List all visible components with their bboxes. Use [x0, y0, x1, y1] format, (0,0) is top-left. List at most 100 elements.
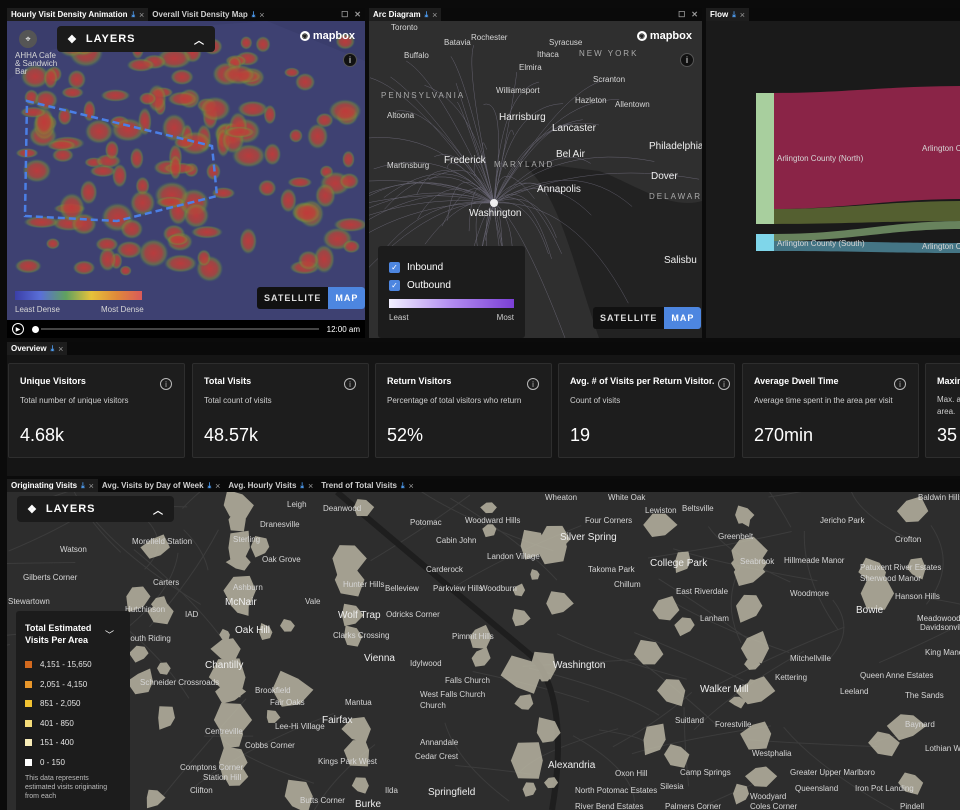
satellite-button[interactable]: SATELLITE	[257, 287, 328, 309]
download-icon[interactable]: ⤓	[208, 481, 212, 491]
tab-flow[interactable]: Flow ⤓ ×	[706, 8, 750, 21]
play-icon[interactable]: ▶	[12, 323, 24, 335]
tab-trend-total-visits[interactable]: Trend of Total Visits ⤓ ×	[317, 479, 418, 492]
place-label: Wolf Trap	[338, 610, 381, 621]
map-button[interactable]: MAP	[328, 287, 365, 309]
basemap-toggle: SATELLITE MAP	[257, 287, 365, 309]
place-label: Leigh	[287, 500, 307, 509]
outbound-label: Outbound	[407, 279, 451, 291]
place-label: King Manor	[925, 648, 960, 657]
close-icon[interactable]: ×	[58, 344, 63, 354]
tab-arc-diagram[interactable]: Arc Diagram ⤓ ×	[369, 8, 442, 21]
legend-title: Total Estimated Visits Per Area	[25, 623, 92, 645]
legend-label: 2,051 - 4,150	[40, 679, 88, 689]
legend-item: 851 - 2,050	[25, 694, 121, 714]
place-label: Potomac	[410, 518, 442, 527]
info-icon[interactable]: i	[718, 378, 730, 390]
maximize-icon[interactable]: ☐	[341, 10, 348, 19]
arc-legend: ✓ Inbound ✓ Outbound Least Most	[378, 246, 525, 338]
close-icon[interactable]: ×	[740, 10, 745, 20]
place-label: Jericho Park	[820, 516, 865, 525]
tab-label: Avg. Hourly Visits	[228, 481, 297, 490]
download-icon[interactable]: ⤓	[131, 10, 135, 20]
tab-avg-hourly-visits[interactable]: Avg. Hourly Visits ⤓ ×	[224, 479, 317, 492]
time-slider-handle[interactable]	[32, 325, 39, 333]
info-icon[interactable]: i	[527, 378, 539, 390]
satellite-button[interactable]: SATELLITE	[593, 307, 664, 329]
card-desc: Total count of visits	[204, 396, 272, 405]
place-label: Forestville	[715, 720, 752, 729]
tab-avg-visits-day-of-week[interactable]: Avg. Visits by Day of Week ⤓ ×	[98, 479, 224, 492]
close-icon[interactable]: ✕	[354, 10, 361, 19]
checkbox-checked-icon[interactable]: ✓	[389, 279, 400, 291]
close-icon[interactable]: ×	[432, 10, 437, 20]
close-icon[interactable]: ×	[139, 10, 144, 20]
place-label: Walker Mill	[700, 684, 749, 695]
place-label: Centreville	[205, 727, 243, 736]
time-slider-track[interactable]	[41, 328, 319, 330]
place-label: Bel Air	[556, 149, 585, 160]
close-icon[interactable]: ×	[308, 481, 313, 491]
place-label: IAD	[185, 610, 199, 619]
close-icon[interactable]: ×	[259, 10, 264, 20]
place-label: Gilberts Corner	[23, 573, 78, 582]
place-label: Washington	[469, 208, 522, 219]
info-icon[interactable]: i	[160, 378, 172, 390]
place-label: Carderock	[426, 565, 463, 574]
density-legend-bar	[15, 291, 142, 300]
close-icon[interactable]: ×	[409, 481, 414, 491]
download-icon[interactable]: ⤓	[425, 10, 429, 20]
layers-toggle[interactable]: ❖ LAYERS ︿	[57, 26, 215, 52]
checkbox-checked-icon[interactable]: ✓	[389, 261, 400, 273]
inbound-label: Inbound	[407, 261, 444, 273]
outbound-row[interactable]: ✓ Outbound	[389, 276, 514, 294]
place-label: Dranesville	[260, 520, 300, 529]
close-icon[interactable]: ×	[89, 481, 94, 491]
card-title: Return Visitors	[387, 376, 452, 386]
place-label: Syracuse	[549, 38, 583, 47]
close-icon[interactable]: ×	[215, 481, 220, 491]
tab-overall-visit-density[interactable]: Overall Visit Density Map ⤓ ×	[148, 8, 268, 21]
maximize-icon[interactable]: ☐	[678, 10, 685, 19]
download-icon[interactable]: ⤓	[732, 10, 736, 20]
place-label: NEW YORK	[579, 49, 639, 58]
download-icon[interactable]: ⤓	[252, 10, 256, 20]
place-label: Silver Spring	[560, 532, 617, 543]
legend-label: 151 - 400	[40, 738, 74, 748]
download-icon[interactable]: ⤓	[81, 481, 85, 491]
close-icon[interactable]: ✕	[691, 10, 698, 19]
info-icon[interactable]: i	[680, 53, 694, 67]
tab-hourly-visit-density[interactable]: Hourly Visit Density Animation ⤓ ×	[7, 8, 149, 21]
tab-overview[interactable]: Overview ⤓ ×	[7, 342, 68, 355]
place-label: Baynard	[905, 720, 935, 729]
card-avg-visits-per-return: Avg. # of Visits per Return Visitor. Cou…	[558, 363, 735, 458]
place-label: Alexandria	[548, 760, 596, 771]
arc-map[interactable]: Toronto Batavia Rochester Syracuse Buffalo It…	[369, 21, 702, 338]
download-icon[interactable]: ⤓	[300, 481, 304, 491]
layers-toggle[interactable]: ❖ LAYERS ︿	[17, 496, 174, 522]
tab-label: Arc Diagram	[373, 10, 421, 19]
mapbox-label: mapbox	[312, 30, 355, 42]
place-label: Burke	[355, 799, 382, 810]
download-icon[interactable]: ⤓	[51, 344, 55, 354]
tab-label: Trend of Total Visits	[321, 481, 397, 490]
map-button[interactable]: MAP	[664, 307, 702, 329]
info-icon[interactable]: i	[894, 378, 906, 390]
place-label: Springfield	[428, 787, 476, 798]
legend-swatch	[25, 758, 32, 766]
card-unique-visitors: Unique Visitors Total number of unique v…	[8, 363, 185, 458]
inbound-row[interactable]: ✓ Inbound	[389, 258, 514, 276]
info-icon[interactable]: i	[344, 378, 356, 390]
heatmap-map[interactable]: ⌖ AHHA Cafe & Sandwich Bar ❖ LAYERS ︿ ◉ …	[7, 21, 365, 320]
place-label: Oxon Hill	[615, 769, 648, 778]
card-desc-2: area.	[937, 407, 956, 416]
legend-swatch	[25, 739, 32, 747]
legend-note: This data represents estimated visits or…	[25, 775, 108, 800]
download-icon[interactable]: ⤓	[401, 481, 405, 491]
tab-originating-visits[interactable]: Originating Visits ⤓ ×	[7, 479, 98, 492]
legend-least: Least	[389, 313, 409, 322]
chevron-down-icon[interactable]: ﹀	[105, 628, 114, 641]
info-icon[interactable]: i	[343, 53, 357, 67]
location-pin-icon[interactable]: ⌖	[19, 30, 37, 48]
place-label: The Sands	[905, 691, 944, 700]
